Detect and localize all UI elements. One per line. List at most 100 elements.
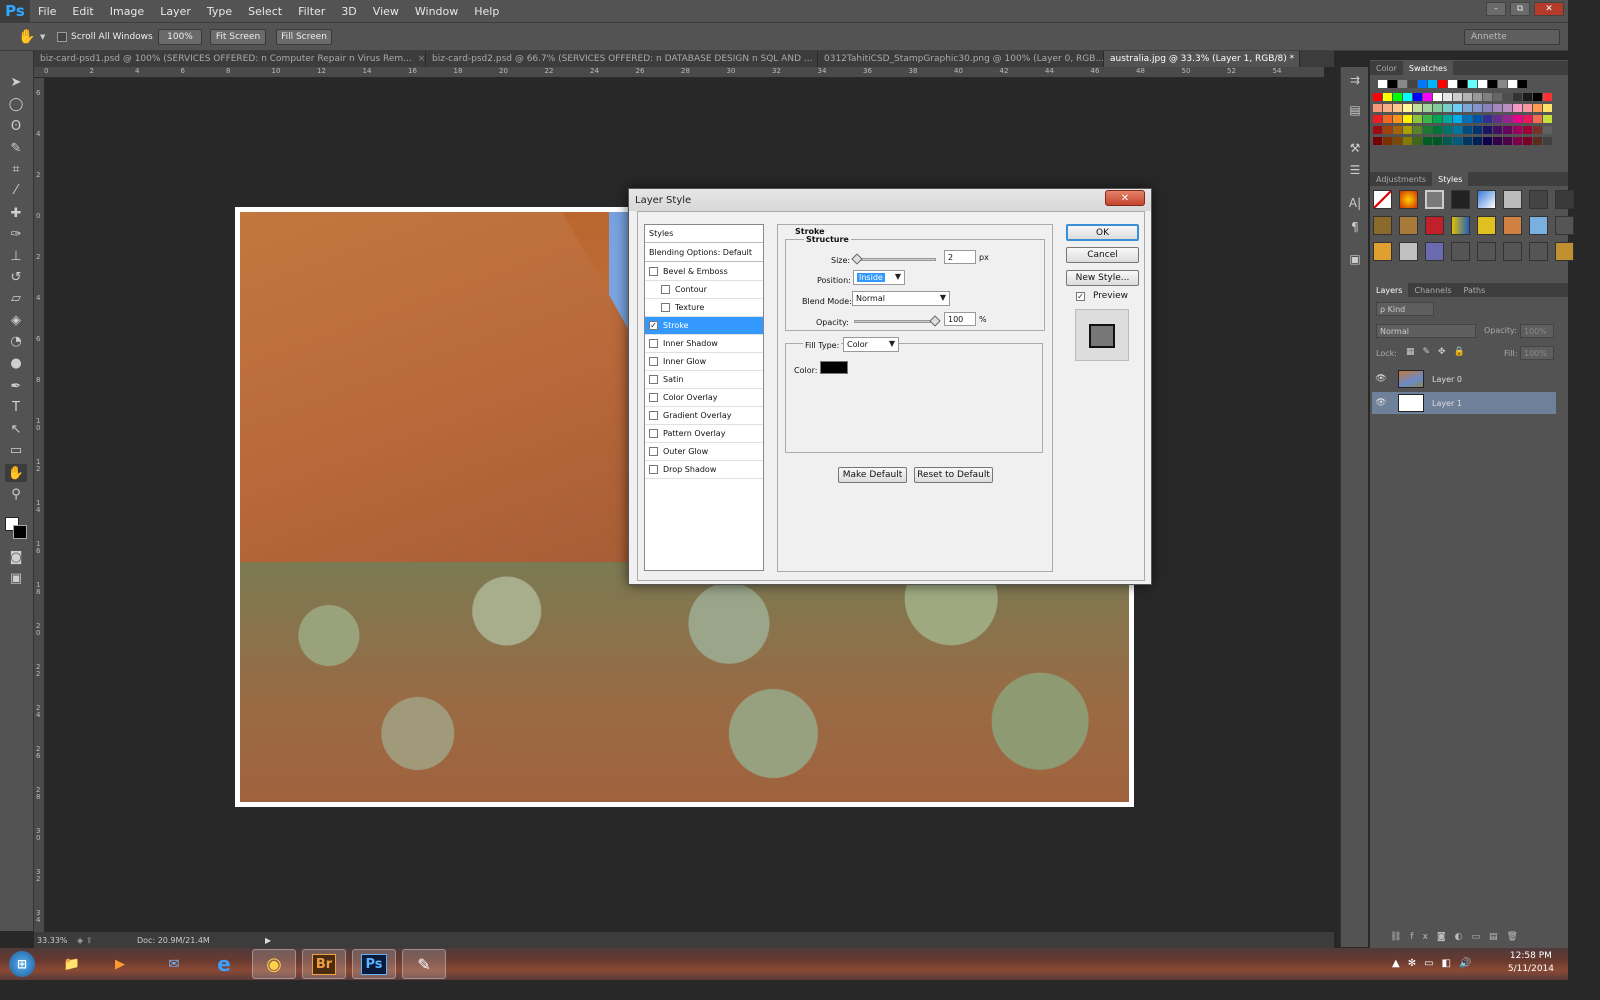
style-checkbox[interactable] [649,447,658,456]
swatch[interactable] [1483,93,1492,101]
tab-biz-card-psd2[interactable]: biz-card-psd2.psd @ 66.7% (SERVICES OFFE… [426,51,818,67]
zoom-tool-icon[interactable]: ⚲ [5,485,27,503]
style-preset[interactable] [1477,216,1496,235]
style-item-gradient-overlay[interactable]: Gradient Overlay [645,407,763,425]
swatch[interactable] [1518,80,1527,88]
swatch[interactable] [1543,126,1552,134]
swatch[interactable] [1533,126,1542,134]
tab-tahiti-stamp[interactable]: 0312TahitiCSD_StampGraphic30.png @ 100% … [818,51,1104,67]
style-preset[interactable] [1425,242,1444,261]
swatch[interactable] [1523,93,1532,101]
paint-bucket-tool-icon[interactable]: ◈ [5,311,27,329]
brush-presets-icon[interactable]: ☰ [1345,161,1365,179]
close-window-button[interactable]: ✕ [1534,2,1564,16]
swatch[interactable] [1513,93,1522,101]
swatch[interactable] [1543,115,1552,123]
swatch[interactable] [1438,80,1447,88]
styles-header[interactable]: Styles [645,225,763,243]
scroll-all-checkbox[interactable] [57,32,67,42]
swatch[interactable] [1453,104,1462,112]
menu-help[interactable]: Help [466,5,507,18]
style-item-texture[interactable]: Texture [645,299,763,317]
swatch[interactable] [1498,80,1507,88]
swatch[interactable] [1533,104,1542,112]
dialog-title-bar[interactable]: Layer Style ✕ [629,189,1151,211]
blend-mode-select[interactable]: Normal ▼ [852,291,950,306]
taskbar-mail[interactable]: ✉ [152,949,196,979]
eyedropper-tool-icon[interactable]: ⁄ [5,181,27,199]
style-preset[interactable] [1503,242,1522,261]
brush-tool-icon[interactable]: ✑ [5,225,27,243]
swatch[interactable] [1473,93,1482,101]
hand-tool-icon[interactable]: ✋ [5,464,27,482]
swatch[interactable] [1433,126,1442,134]
new-style-button[interactable]: New Style... [1066,270,1139,286]
lock-icons[interactable]: ▦✎✥🔒 [1406,347,1473,357]
style-preset[interactable] [1373,242,1392,261]
swatch[interactable] [1383,104,1392,112]
swatch[interactable] [1403,126,1412,134]
swatch[interactable] [1413,115,1422,123]
swatch[interactable] [1373,137,1382,145]
swatch[interactable] [1373,93,1382,101]
tab-layers[interactable]: Layers [1370,283,1409,297]
style-checkbox[interactable] [649,411,658,420]
layer-fill-field[interactable]: 100% [1520,346,1554,360]
swatch[interactable] [1383,126,1392,134]
swatch[interactable] [1533,93,1542,101]
swatch[interactable] [1378,80,1387,88]
minimize-button[interactable]: – [1486,2,1506,16]
swatch[interactable] [1483,104,1492,112]
swatch[interactable] [1493,104,1502,112]
swatch[interactable] [1423,126,1432,134]
restore-button[interactable]: ⧉ [1510,2,1530,16]
style-preset[interactable] [1425,216,1444,235]
style-checkbox[interactable] [649,267,658,276]
style-preset[interactable] [1555,242,1574,261]
blending-options-row[interactable]: Blending Options: Default [645,244,763,262]
swatch[interactable] [1453,93,1462,101]
tool-preset-chevron-icon[interactable]: ▼ [40,33,45,41]
style-preset[interactable] [1451,190,1470,209]
preview-checkbox[interactable]: ✓ [1076,291,1085,301]
swatch[interactable] [1403,115,1412,123]
swatch[interactable] [1523,126,1532,134]
swatch[interactable] [1443,104,1452,112]
swatch[interactable] [1533,115,1542,123]
blur-tool-icon[interactable]: ◔ [5,332,27,350]
position-select[interactable]: Inside ▼ [853,270,905,285]
style-preset[interactable] [1451,216,1470,235]
style-checkbox[interactable] [649,357,658,366]
swatch[interactable] [1523,104,1532,112]
style-checkbox[interactable] [649,393,658,402]
swatch[interactable] [1503,115,1512,123]
tab-styles[interactable]: Styles [1432,172,1469,186]
menu-view[interactable]: View [365,5,407,18]
status-menu-arrow-icon[interactable]: ▶ [265,936,271,945]
quick-select-tool-icon[interactable]: ✎ [5,139,27,157]
style-item-color-overlay[interactable]: Color Overlay [645,389,763,407]
style-preset[interactable] [1529,190,1548,209]
info-panel-icon[interactable]: ▣ [1345,250,1365,268]
style-preset[interactable] [1503,190,1522,209]
menu-type[interactable]: Type [199,5,240,18]
swatches-grid[interactable] [1370,75,1568,171]
swatch[interactable] [1493,93,1502,101]
fit-screen-button[interactable]: Fit Screen [210,29,266,45]
swatch[interactable] [1503,104,1512,112]
swatch[interactable] [1458,80,1467,88]
swatch[interactable] [1503,93,1512,101]
swatch[interactable] [1503,126,1512,134]
style-item-contour[interactable]: Contour [645,281,763,299]
tool-presets-icon[interactable]: ⚒ [1345,139,1365,157]
taskbar-chrome[interactable]: ◉ [252,949,296,979]
style-checkbox[interactable] [649,375,658,384]
menu-3d[interactable]: 3D [333,5,364,18]
style-preset[interactable] [1529,242,1548,261]
swatch[interactable] [1418,80,1427,88]
style-checkbox[interactable] [661,303,670,312]
swatch[interactable] [1493,126,1502,134]
swatch[interactable] [1393,104,1402,112]
swatch[interactable] [1488,80,1497,88]
menu-window[interactable]: Window [407,5,466,18]
